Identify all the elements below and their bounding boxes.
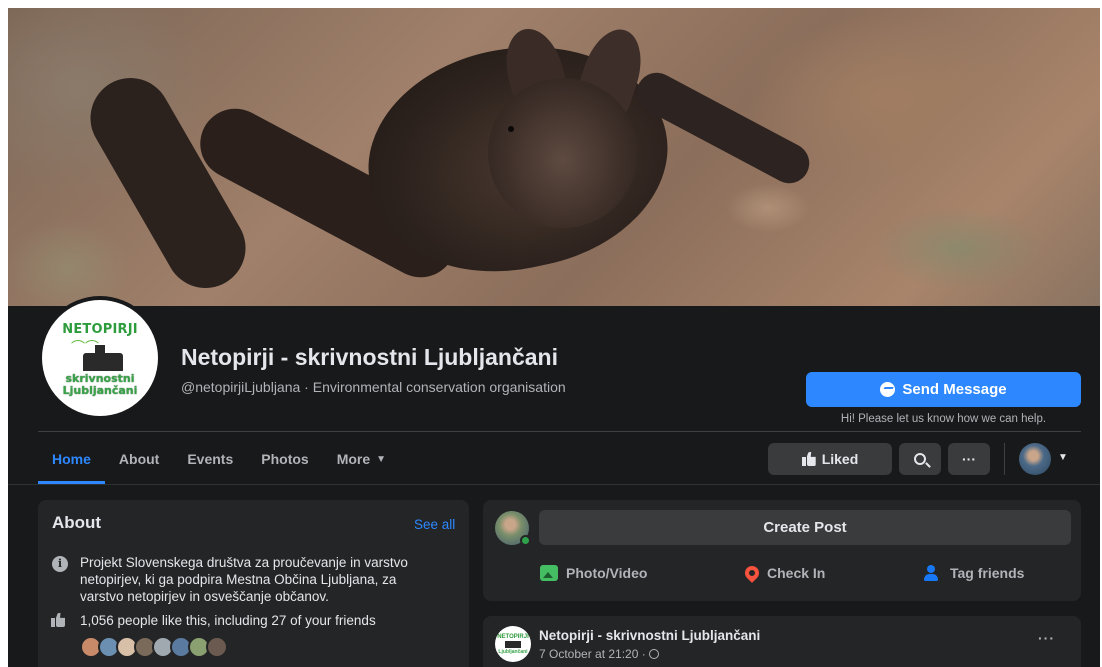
chevron-down-icon[interactable]: ▼	[1058, 452, 1068, 463]
photo-icon	[540, 565, 558, 581]
chevron-down-icon: ▼	[376, 453, 387, 465]
info-icon: i	[52, 556, 68, 572]
more-dots-icon: ···	[962, 451, 976, 467]
globe-icon	[648, 649, 659, 659]
liked-button[interactable]: Liked	[768, 443, 892, 475]
post-author-name[interactable]: Netopirji - skrivnostni Ljubljančani	[539, 628, 760, 643]
cover-photo[interactable]	[8, 8, 1100, 306]
castle-icon	[505, 640, 521, 648]
create-post-card: Create Post Photo/Video Check In Tag fri…	[483, 500, 1081, 601]
tag-friends-button[interactable]: Tag friends	[924, 558, 1024, 588]
tab-home[interactable]: Home	[38, 434, 105, 484]
thumbs-up-icon	[51, 613, 65, 627]
liked-label: Liked	[821, 451, 859, 467]
post-options-button[interactable]: ···	[1038, 630, 1055, 646]
tab-more[interactable]: More ▼	[323, 434, 400, 484]
friend-avatar[interactable]	[206, 636, 228, 658]
logo-castle-graphic: ⌒⌒	[65, 337, 135, 373]
post-timestamp[interactable]: 7 October at 21:20 ·	[539, 647, 646, 661]
tab-photos[interactable]: Photos	[247, 434, 322, 484]
tag-friends-icon	[924, 565, 942, 581]
bat-head-shape	[488, 78, 638, 228]
messenger-icon	[880, 382, 896, 397]
page-nav-tabs: Home About Events Photos More ▼	[38, 434, 400, 484]
account-avatar-button[interactable]	[1019, 443, 1051, 475]
likes-count[interactable]: 1,056 people like this, including 27 of …	[80, 613, 376, 628]
send-message-button[interactable]: Send Message	[806, 372, 1081, 407]
send-message-hint: Hi! Please let us know how we can help.	[840, 413, 1047, 425]
online-status-icon	[520, 535, 531, 546]
logo-line-2: Ljubljančani	[62, 383, 138, 397]
tag-friends-label: Tag friends	[950, 565, 1025, 581]
tab-events[interactable]: Events	[173, 434, 247, 484]
post-meta: 7 October at 21:20 ·	[539, 647, 659, 661]
mini-logo-top: NETOPIRJI	[497, 633, 529, 640]
search-icon	[914, 453, 926, 465]
tab-label: Events	[187, 451, 234, 467]
about-card-title: About	[52, 513, 102, 532]
tab-label: Photos	[261, 451, 309, 467]
profile-picture-frame[interactable]: NETOPIRJI ⌒⌒ skrivnostni Ljubljančani	[38, 296, 162, 420]
check-in-button[interactable]: Check In	[742, 558, 826, 588]
page-frame: NETOPIRJI ⌒⌒ skrivnostni Ljubljančani Ne…	[8, 8, 1100, 667]
about-description: Projekt Slovenskega društva za proučevan…	[80, 555, 408, 604]
see-all-link[interactable]: See all	[414, 517, 455, 532]
post-author-avatar[interactable]: NETOPIRJI Ljubljančani	[495, 626, 531, 662]
header-divider	[38, 431, 1081, 432]
post-card: NETOPIRJI Ljubljančani Netopirji - skriv…	[483, 616, 1081, 667]
tab-label: About	[118, 451, 160, 467]
castle-icon	[83, 344, 123, 371]
action-separator	[1004, 443, 1005, 475]
more-options-button[interactable]: ···	[948, 443, 990, 475]
photo-video-label: Photo/Video	[566, 565, 648, 581]
nav-divider	[8, 484, 1100, 485]
about-card: About See all i Projekt Slovenskega druš…	[38, 500, 469, 667]
send-message-label: Send Message	[902, 381, 1007, 398]
location-pin-icon	[742, 563, 762, 583]
photo-video-button[interactable]: Photo/Video	[540, 558, 647, 588]
page-title: Netopirji - skrivnostni Ljubljančani	[181, 344, 558, 370]
search-button[interactable]	[899, 443, 941, 475]
bat-eye-shape	[508, 126, 514, 132]
logo-line-1: skrivnostni	[65, 371, 135, 385]
bat-wing-shape	[75, 63, 261, 303]
tab-label: More	[336, 451, 371, 467]
profile-picture-logo: NETOPIRJI ⌒⌒ skrivnostni Ljubljančani	[42, 300, 158, 416]
page-handle: @netopirjiLjubljana · Environmental cons…	[181, 379, 566, 395]
thumbs-up-icon	[801, 452, 816, 466]
logo-wordmark-bottom: skrivnostni Ljubljančani	[62, 371, 138, 397]
check-in-label: Check In	[767, 565, 826, 581]
create-post-button[interactable]: Create Post	[539, 510, 1071, 545]
logo-wordmark-top: NETOPIRJI	[62, 321, 138, 337]
mini-logo-bottom: Ljubljančani	[498, 648, 528, 655]
tab-about[interactable]: About	[105, 434, 173, 484]
tab-label: Home	[52, 451, 91, 467]
friend-avatars	[80, 636, 228, 658]
